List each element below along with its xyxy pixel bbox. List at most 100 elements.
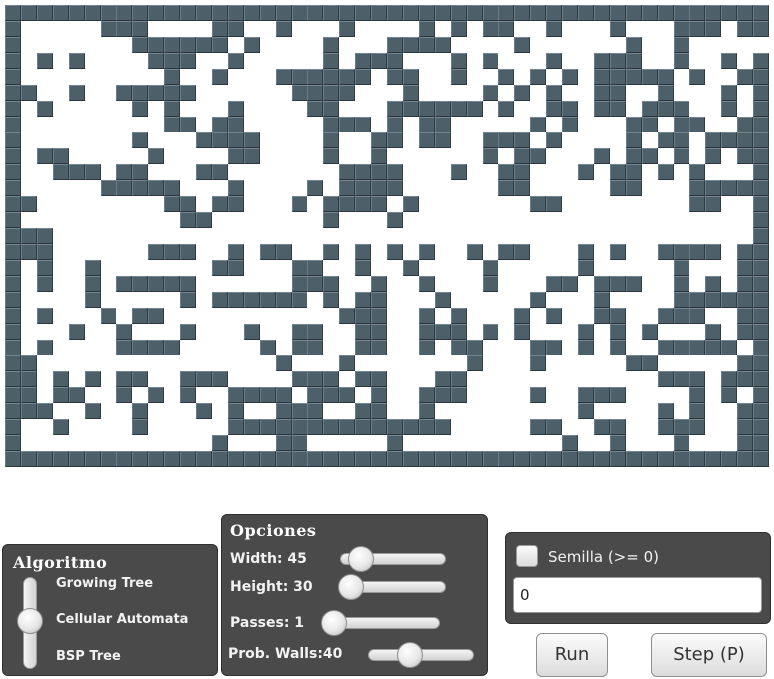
floor-tile	[546, 243, 563, 260]
floor-tile	[307, 212, 324, 229]
floor-tile	[593, 371, 610, 388]
wall-tile	[100, 180, 117, 197]
algorithm-option-cellular-automata[interactable]: Cellular Automata	[56, 612, 188, 627]
floor-tile	[291, 228, 308, 245]
floor-tile	[562, 212, 579, 229]
floor-tile	[450, 212, 467, 229]
wall-tile	[450, 307, 467, 324]
floor-tile	[593, 212, 610, 229]
algorithm-option-growing-tree[interactable]: Growing Tree	[56, 576, 153, 591]
height-slider-knob[interactable]	[337, 574, 364, 600]
floor-tile	[196, 259, 212, 276]
wall-tile	[737, 291, 754, 308]
floor-tile	[546, 291, 563, 308]
wall-tile	[514, 243, 531, 260]
algorithm-option-bsp-tree[interactable]: BSP Tree	[56, 649, 121, 664]
wall-tile	[132, 275, 149, 292]
wall-tile	[355, 196, 372, 213]
wall-tile	[753, 228, 770, 245]
algorithm-slider-knob[interactable]	[17, 608, 43, 634]
floor-tile	[371, 100, 388, 117]
wall-tile	[355, 323, 372, 340]
floor-tile	[116, 243, 133, 260]
run-button[interactable]: Run	[536, 633, 608, 677]
floor-tile	[100, 275, 117, 292]
wall-tile	[227, 259, 244, 276]
wall-tile	[100, 5, 117, 21]
floor-tile	[355, 435, 372, 452]
wall-tile	[5, 403, 21, 420]
floor-tile	[148, 116, 165, 133]
floor-tile	[530, 84, 547, 101]
seed-checkbox[interactable]	[516, 545, 538, 567]
floor-tile	[20, 36, 37, 53]
wall-tile	[36, 275, 53, 292]
wall-tile	[737, 20, 754, 37]
wall-tile	[753, 435, 770, 452]
seed-input[interactable]	[513, 577, 762, 613]
wall-tile	[132, 180, 149, 197]
floor-tile	[562, 387, 579, 404]
floor-tile	[466, 228, 483, 245]
floor-tile	[259, 435, 276, 452]
floor-tile	[498, 403, 515, 420]
floor-tile	[387, 323, 403, 340]
floor-tile	[434, 52, 451, 69]
wall-tile	[578, 259, 594, 276]
wall-tile	[753, 68, 770, 85]
wall-tile	[657, 5, 674, 21]
floor-tile	[36, 355, 53, 372]
wall-tile	[227, 291, 244, 308]
floor-tile	[578, 307, 594, 324]
wall-tile	[275, 451, 292, 468]
passes-label: Passes: 1	[230, 615, 305, 631]
floor-tile	[387, 307, 403, 324]
floor-tile	[609, 116, 626, 133]
floor-tile	[116, 403, 133, 420]
floor-tile	[657, 148, 674, 165]
wall-tile	[323, 132, 340, 149]
floor-tile	[625, 259, 642, 276]
floor-tile	[20, 212, 37, 229]
wall-tile	[339, 307, 356, 324]
floor-tile	[562, 228, 579, 245]
floor-tile	[259, 212, 276, 229]
wall-tile	[689, 164, 706, 181]
floor-tile	[402, 435, 419, 452]
wall-tile	[5, 355, 21, 372]
floor-tile	[227, 339, 244, 356]
wall-tile	[482, 52, 499, 69]
floor-tile	[164, 307, 181, 324]
floor-tile	[307, 196, 324, 213]
prob-walls-slider-knob[interactable]	[397, 642, 424, 668]
wall-tile	[434, 132, 451, 149]
floor-tile	[434, 180, 451, 197]
width-slider-knob[interactable]	[348, 546, 375, 572]
wall-tile	[753, 132, 770, 149]
floor-tile	[68, 68, 85, 85]
wall-tile	[116, 451, 133, 468]
floor-tile	[355, 228, 372, 245]
wall-tile	[307, 259, 324, 276]
passes-slider-track[interactable]	[334, 617, 440, 629]
floor-tile	[20, 20, 37, 37]
floor-tile	[355, 387, 372, 404]
wall-tile	[339, 451, 356, 468]
wall-tile	[211, 259, 228, 276]
floor-tile	[450, 403, 467, 420]
floor-tile	[68, 148, 85, 165]
floor-tile	[84, 435, 101, 452]
wall-tile	[371, 196, 388, 213]
floor-tile	[100, 259, 117, 276]
floor-tile	[243, 84, 260, 101]
floor-tile	[100, 339, 117, 356]
floor-tile	[227, 228, 244, 245]
wall-tile	[689, 243, 706, 260]
passes-slider-knob[interactable]	[321, 610, 347, 636]
step-button[interactable]: Step (P)	[651, 633, 767, 677]
floor-tile	[100, 36, 117, 53]
wall-tile	[546, 52, 563, 69]
floor-tile	[339, 259, 356, 276]
floor-tile	[68, 36, 85, 53]
floor-tile	[418, 259, 435, 276]
